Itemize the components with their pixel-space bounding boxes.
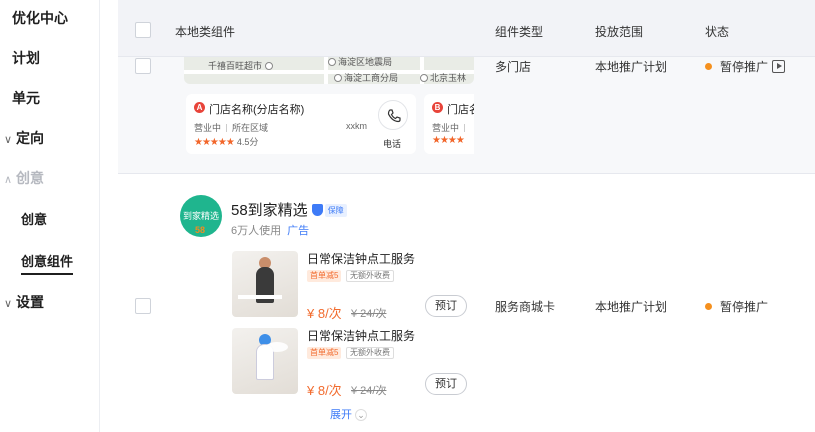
- map-pin-icon: [420, 74, 428, 82]
- table-header: 本地类组件 组件类型 投放范围 状态: [118, 0, 815, 57]
- sidebar-item-label: 设置: [16, 294, 44, 310]
- store-meta: 营业中: [432, 121, 470, 134]
- store-name: 门店名: [447, 104, 474, 116]
- service-title: 日常保洁钟点工服务: [307, 329, 416, 343]
- map-pin-icon: [264, 62, 273, 70]
- sidebar-item-label: 单元: [12, 90, 40, 106]
- brand-name: 58到家精选 保障: [231, 199, 347, 220]
- sidebar-item-unit[interactable]: 单元: [12, 88, 40, 108]
- header-status: 状态: [705, 25, 730, 39]
- phone-icon: [387, 109, 401, 123]
- delivery-scope: 本地推广计划: [595, 300, 668, 314]
- service-image: [232, 328, 298, 394]
- service-price: ¥ 8/次: [307, 383, 342, 398]
- delivery-scope: 本地推广计划: [595, 60, 668, 74]
- service-tag-discount: 首单减5: [307, 270, 342, 282]
- service-title: 日常保洁钟点工服务: [307, 252, 416, 266]
- service-original-price: ¥ 24/次: [351, 385, 387, 397]
- status: 暂停推广: [705, 58, 786, 75]
- store-card-a: A 门店名称(分店名称) 营业中 所在区域 xxkm ★★★★★ 4.5分 电话: [186, 94, 416, 154]
- sidebar-item-plan[interactable]: 计划: [12, 48, 40, 68]
- brand-logo-sub: 58: [195, 225, 206, 235]
- sidebar-item-creative[interactable]: 创意: [21, 209, 47, 228]
- sidebar-item-label: 定向: [16, 130, 44, 146]
- service-tag-no-extra-fee: 无额外收费: [346, 270, 394, 282]
- usage-count: 6万人使用 广告: [231, 225, 310, 237]
- phone-button[interactable]: [378, 100, 408, 130]
- map-pin-icon: [328, 58, 336, 66]
- sidebar-item-label: 创意: [16, 170, 44, 186]
- chevron-down-icon: ∨: [3, 134, 13, 146]
- status-dot-icon: [705, 303, 712, 310]
- row-checkbox[interactable]: [135, 298, 151, 314]
- store-distance: xxkm: [346, 121, 367, 131]
- service-original-price: ¥ 24/次: [351, 308, 387, 320]
- sidebar-item-label: 优化中心: [12, 10, 68, 26]
- sidebar-item-optimization-center[interactable]: 优化中心: [12, 8, 68, 28]
- resume-play-icon[interactable]: [772, 60, 786, 73]
- sidebar-item-label: 创意: [21, 212, 48, 227]
- component-type: 多门店: [495, 60, 532, 74]
- service-image: [232, 251, 298, 317]
- map-poi: 北京玉林: [420, 71, 466, 84]
- header-component: 本地类组件: [175, 25, 236, 39]
- table-row: 到家精选 58 58到家精选 保障 6万人使用 广告 日常保洁钟点工服务 首单减5 …: [118, 174, 815, 432]
- chevron-down-icon: ∨: [3, 298, 13, 310]
- store-card-b: B 门店名 营业中 ★★★★: [424, 94, 474, 154]
- sidebar-item-label: 创意组件: [21, 254, 74, 269]
- sidebar-item-creative-components[interactable]: 创意组件: [21, 251, 74, 275]
- ad-label: 广告: [287, 225, 310, 237]
- row-checkbox[interactable]: [135, 58, 151, 74]
- map-poi: 千禧百旺超市: [208, 59, 275, 72]
- map-poi: 海淀工商分局: [334, 71, 398, 84]
- component-table: 千禧百旺超市 海淀区地震局 海淀工商分局 北京玉林 A 门店名称(分店名称) 营…: [118, 0, 815, 432]
- book-button[interactable]: 预订: [425, 295, 467, 317]
- verified-shield-icon: [311, 204, 323, 216]
- component-type: 服务商城卡: [495, 300, 556, 314]
- sidebar-item-targeting[interactable]: ∨ 定向: [0, 128, 44, 148]
- sidebar: 优化中心 计划 单元 ∨ 定向 ∧ 创意 创意 创意组件 ∨ 设置: [0, 0, 100, 432]
- sidebar-item-label: 计划: [12, 50, 40, 66]
- map-pin-icon: [334, 74, 342, 82]
- header-scope: 投放范围: [595, 25, 644, 39]
- book-button[interactable]: 预订: [425, 373, 467, 395]
- expand-link[interactable]: 展开 ⌄: [330, 406, 367, 422]
- service-tag-discount: 首单减5: [307, 347, 342, 359]
- store-meta: 营业中 所在区域: [194, 123, 269, 133]
- store-rating-stars: ★★★★: [432, 135, 465, 146]
- store-marker-icon: B: [432, 102, 443, 113]
- phone-label: 电话: [383, 139, 402, 149]
- select-all-checkbox[interactable]: [135, 22, 151, 38]
- sidebar-item-settings[interactable]: ∨ 设置: [0, 292, 44, 312]
- verified-tag: 保障: [324, 204, 347, 217]
- store-name: 门店名称(分店名称): [209, 104, 305, 116]
- chevron-down-icon: ⌄: [355, 409, 367, 421]
- chevron-up-icon: ∧: [3, 174, 13, 186]
- status: 暂停推广: [705, 298, 768, 315]
- status-dot-icon: [705, 63, 712, 70]
- service-tag-no-extra-fee: 无额外收费: [346, 347, 394, 359]
- store-rating-stars: ★★★★★ 4.5分: [194, 137, 259, 148]
- sidebar-item-creative-group[interactable]: ∧ 创意: [0, 168, 44, 188]
- service-price: ¥ 8/次: [307, 306, 342, 321]
- header-type: 组件类型: [495, 25, 544, 39]
- store-marker-icon: A: [194, 102, 205, 113]
